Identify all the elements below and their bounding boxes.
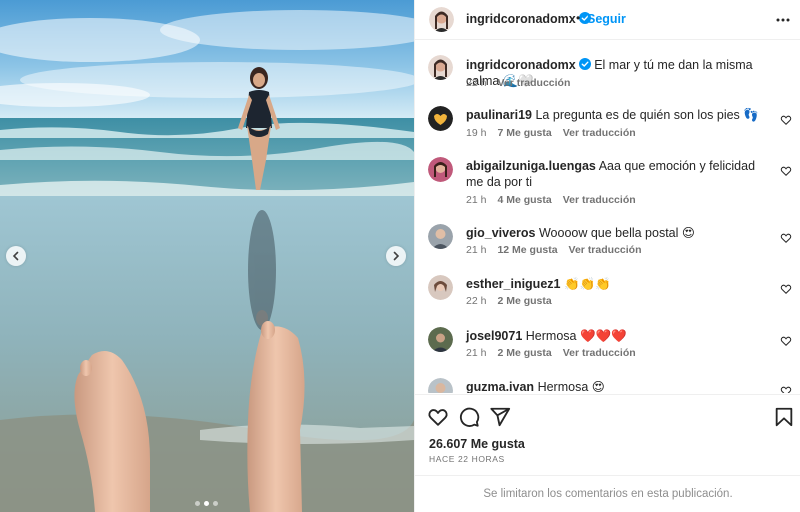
comment-text: gio_viveros Woooow que bella postal 😍	[466, 225, 766, 241]
commenter-avatar[interactable]	[428, 378, 453, 393]
commenter-avatar[interactable]	[428, 327, 453, 352]
comment-time[interactable]: 21 h	[466, 244, 486, 256]
more-horizontal-icon[interactable]	[775, 13, 791, 27]
commenter-username[interactable]: gio_viveros	[466, 226, 535, 240]
author-username-text[interactable]: ingridcoronadomx	[466, 12, 576, 26]
see-translation-link[interactable]: Ver traducción	[563, 127, 636, 139]
comment-bubble-icon[interactable]	[458, 406, 480, 428]
verified-badge-icon	[578, 58, 591, 70]
commenter-username[interactable]: guzma.ivan	[466, 380, 534, 393]
carousel-dot	[195, 501, 200, 506]
header-separator: •	[576, 11, 581, 25]
comment-heart-icon[interactable]	[780, 283, 792, 295]
comment-likes[interactable]: 7 Me gusta	[497, 127, 551, 139]
previous-photo-button[interactable]	[6, 246, 26, 266]
author-avatar[interactable]	[429, 7, 454, 32]
post-caption: ingridcoronadomx El mar y tú me dan la m…	[415, 55, 800, 105]
see-translation-link[interactable]: Ver traducción	[569, 244, 642, 256]
caption-username[interactable]: ingridcoronadomx	[466, 58, 576, 72]
comment-heart-icon[interactable]	[780, 385, 792, 393]
comment-text: paulinari19 La pregunta es de quién son …	[466, 107, 766, 123]
comment-likes[interactable]: 4 Me gusta	[497, 194, 551, 206]
comment-heart-icon[interactable]	[780, 232, 792, 244]
comment-likes[interactable]: 2 Me gusta	[497, 295, 551, 307]
comment-meta: 19 h 7 Me gusta Ver traducción	[466, 127, 647, 139]
comment-text: abigailzuniga.luengas Aaa que emoción y …	[466, 158, 766, 190]
carousel-dot-active	[204, 501, 209, 506]
comment-text: josel9071 Hermosa ❤️❤️❤️	[466, 328, 766, 344]
next-photo-button[interactable]	[386, 246, 406, 266]
see-translation-link[interactable]: Ver traducción	[497, 77, 570, 89]
commenter-avatar[interactable]	[428, 224, 453, 249]
paper-plane-icon[interactable]	[489, 406, 511, 428]
comment-meta: 22 h 2 Me gusta	[466, 295, 563, 307]
comment-likes[interactable]: 2 Me gusta	[497, 347, 551, 359]
commenter-avatar[interactable]	[428, 106, 453, 131]
comment-heart-icon[interactable]	[780, 335, 792, 347]
comment-heart-icon[interactable]	[780, 165, 792, 177]
follow-button[interactable]: Seguir	[587, 12, 626, 26]
see-translation-link[interactable]: Ver traducción	[563, 347, 636, 359]
author-avatar[interactable]	[428, 55, 453, 80]
comment-time[interactable]: 21 h	[466, 194, 486, 206]
comment-meta: 21 h 4 Me gusta Ver traducción	[466, 194, 647, 206]
commenter-username[interactable]: paulinari19	[466, 108, 532, 122]
bookmark-icon[interactable]	[773, 406, 795, 428]
post-header: ingridcoronadomx • Seguir	[415, 0, 800, 40]
comments-limited-notice: Se limitaron los comentarios en esta pub…	[415, 475, 800, 512]
author-username[interactable]: ingridcoronadomx	[466, 12, 591, 26]
commenter-username[interactable]: abigailzuniga.luengas	[466, 159, 596, 173]
carousel-indicator	[195, 501, 218, 506]
comment-text: esther_iniguez1 👏👏👏	[466, 276, 766, 292]
chevron-left-icon	[12, 251, 19, 261]
likes-count[interactable]: 26.607 Me gusta	[429, 437, 525, 451]
see-translation-link[interactable]: Ver traducción	[563, 194, 636, 206]
post-timestamp[interactable]: HACE 22 HORAS	[429, 454, 505, 464]
comment-item: esther_iniguez1 👏👏👏 22 h 2 Me gusta	[415, 275, 800, 315]
comment-time[interactable]: 19 h	[466, 127, 486, 139]
commenter-avatar[interactable]	[428, 157, 453, 182]
comment-item: abigailzuniga.luengas Aaa que emoción y …	[415, 157, 800, 212]
comment-heart-icon[interactable]	[780, 114, 792, 126]
comment-meta: 21 h 2 Me gusta Ver traducción	[466, 347, 647, 359]
comment-body: Hermosa 😍	[537, 380, 605, 393]
comment-body: La pregunta es de quién son los pies 👣	[535, 108, 759, 122]
comment-item: guzma.ivan Hermosa 😍	[415, 378, 800, 393]
comment-item: josel9071 Hermosa ❤️❤️❤️ 21 h 2 Me gusta V…	[415, 327, 800, 367]
caption-meta: 22 h Ver traducción	[466, 77, 581, 89]
post-actions: 26.607 Me gusta HACE 22 HORAS	[415, 394, 800, 475]
comment-likes[interactable]: 12 Me gusta	[497, 244, 557, 256]
beach-photo	[0, 0, 414, 512]
commenter-username[interactable]: josel9071	[466, 329, 522, 343]
commenter-avatar[interactable]	[428, 275, 453, 300]
comment-body: Woooow que bella postal 😍	[538, 226, 695, 240]
comment-body: Hermosa ❤️❤️❤️	[525, 329, 627, 343]
comment-item: paulinari19 La pregunta es de quién son …	[415, 106, 800, 146]
instagram-post: ingridcoronadomx • Seguir ingridcoronado…	[0, 0, 800, 512]
comment-body: 👏👏👏	[563, 277, 611, 291]
chevron-right-icon	[393, 251, 400, 261]
comment-meta: 21 h 12 Me gusta Ver traducción	[466, 244, 653, 256]
post-media[interactable]	[0, 0, 414, 512]
heart-outline-icon[interactable]	[427, 406, 449, 428]
caption-time[interactable]: 22 h	[466, 77, 486, 89]
comment-text: guzma.ivan Hermosa 😍	[466, 379, 766, 393]
commenter-username[interactable]: esther_iniguez1	[466, 277, 560, 291]
post-sidebar: ingridcoronadomx • Seguir ingridcoronado…	[414, 0, 800, 512]
comments-limited-text: Se limitaron los comentarios en esta pub…	[483, 488, 733, 500]
comments-list[interactable]: ingridcoronadomx El mar y tú me dan la m…	[415, 41, 800, 393]
comment-time[interactable]: 21 h	[466, 347, 486, 359]
carousel-dot	[213, 501, 218, 506]
comment-item: gio_viveros Woooow que bella postal 😍 21…	[415, 224, 800, 264]
comment-time[interactable]: 22 h	[466, 295, 486, 307]
